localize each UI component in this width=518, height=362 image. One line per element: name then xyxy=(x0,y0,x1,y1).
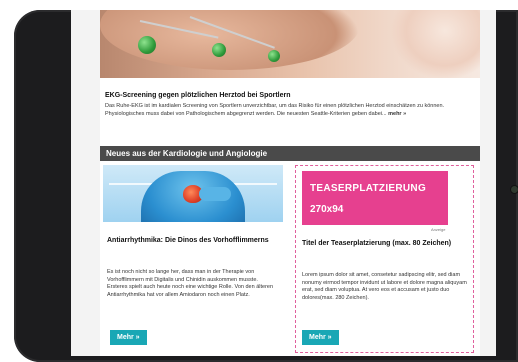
hero-hand xyxy=(390,10,480,78)
teaser-label: TEASERPLATZIERUNG xyxy=(310,183,427,194)
card-text: Lorem ipsum dolor sit amet, consetetur s… xyxy=(302,272,467,301)
article-title[interactable]: EKG-Screening gegen plötzlichen Herztod … xyxy=(105,92,475,99)
electrode-icon xyxy=(138,36,156,54)
camera-icon xyxy=(511,186,518,193)
hand-figure xyxy=(199,187,231,201)
heart-illustration-image[interactable] xyxy=(103,165,283,222)
ad-label: Anzeige xyxy=(431,227,446,232)
card-title[interactable]: Antiarrhythmika: Die Dinos des Vorhoffli… xyxy=(107,236,277,245)
teaser-placement-card: TEASERPLATZIERUNG 270x94 Anzeige Titel d… xyxy=(295,165,474,353)
card-title[interactable]: Titel der Teaserplatzierung (max. 80 Zei… xyxy=(302,239,462,248)
article-card: Antiarrhythmika: Die Dinos des Vorhoffli… xyxy=(103,165,283,350)
card-text: Es ist noch nicht so lange her, dass man… xyxy=(107,269,274,298)
tablet-frame: EKG-Screening gegen plötzlichen Herztod … xyxy=(14,10,518,362)
article-teaser-text: Das Ruhe-EKG ist im kardialen Screening … xyxy=(105,102,477,118)
more-link[interactable]: mehr » xyxy=(388,111,406,117)
tablet-screen: EKG-Screening gegen plötzlichen Herztod … xyxy=(71,10,496,356)
newsletter-page: EKG-Screening gegen plötzlichen Herztod … xyxy=(100,10,480,356)
teaser-banner[interactable]: TEASERPLATZIERUNG 270x94 xyxy=(302,171,448,225)
teaser-size: 270x94 xyxy=(310,204,344,215)
electrode-icon xyxy=(268,50,280,62)
mehr-button[interactable]: Mehr » xyxy=(110,330,147,345)
section-heading: Neues aus der Kardiologie und Angiologie xyxy=(100,146,480,161)
electrode-icon xyxy=(212,43,226,57)
mehr-button[interactable]: Mehr » xyxy=(302,330,339,345)
hero-image xyxy=(100,10,480,78)
